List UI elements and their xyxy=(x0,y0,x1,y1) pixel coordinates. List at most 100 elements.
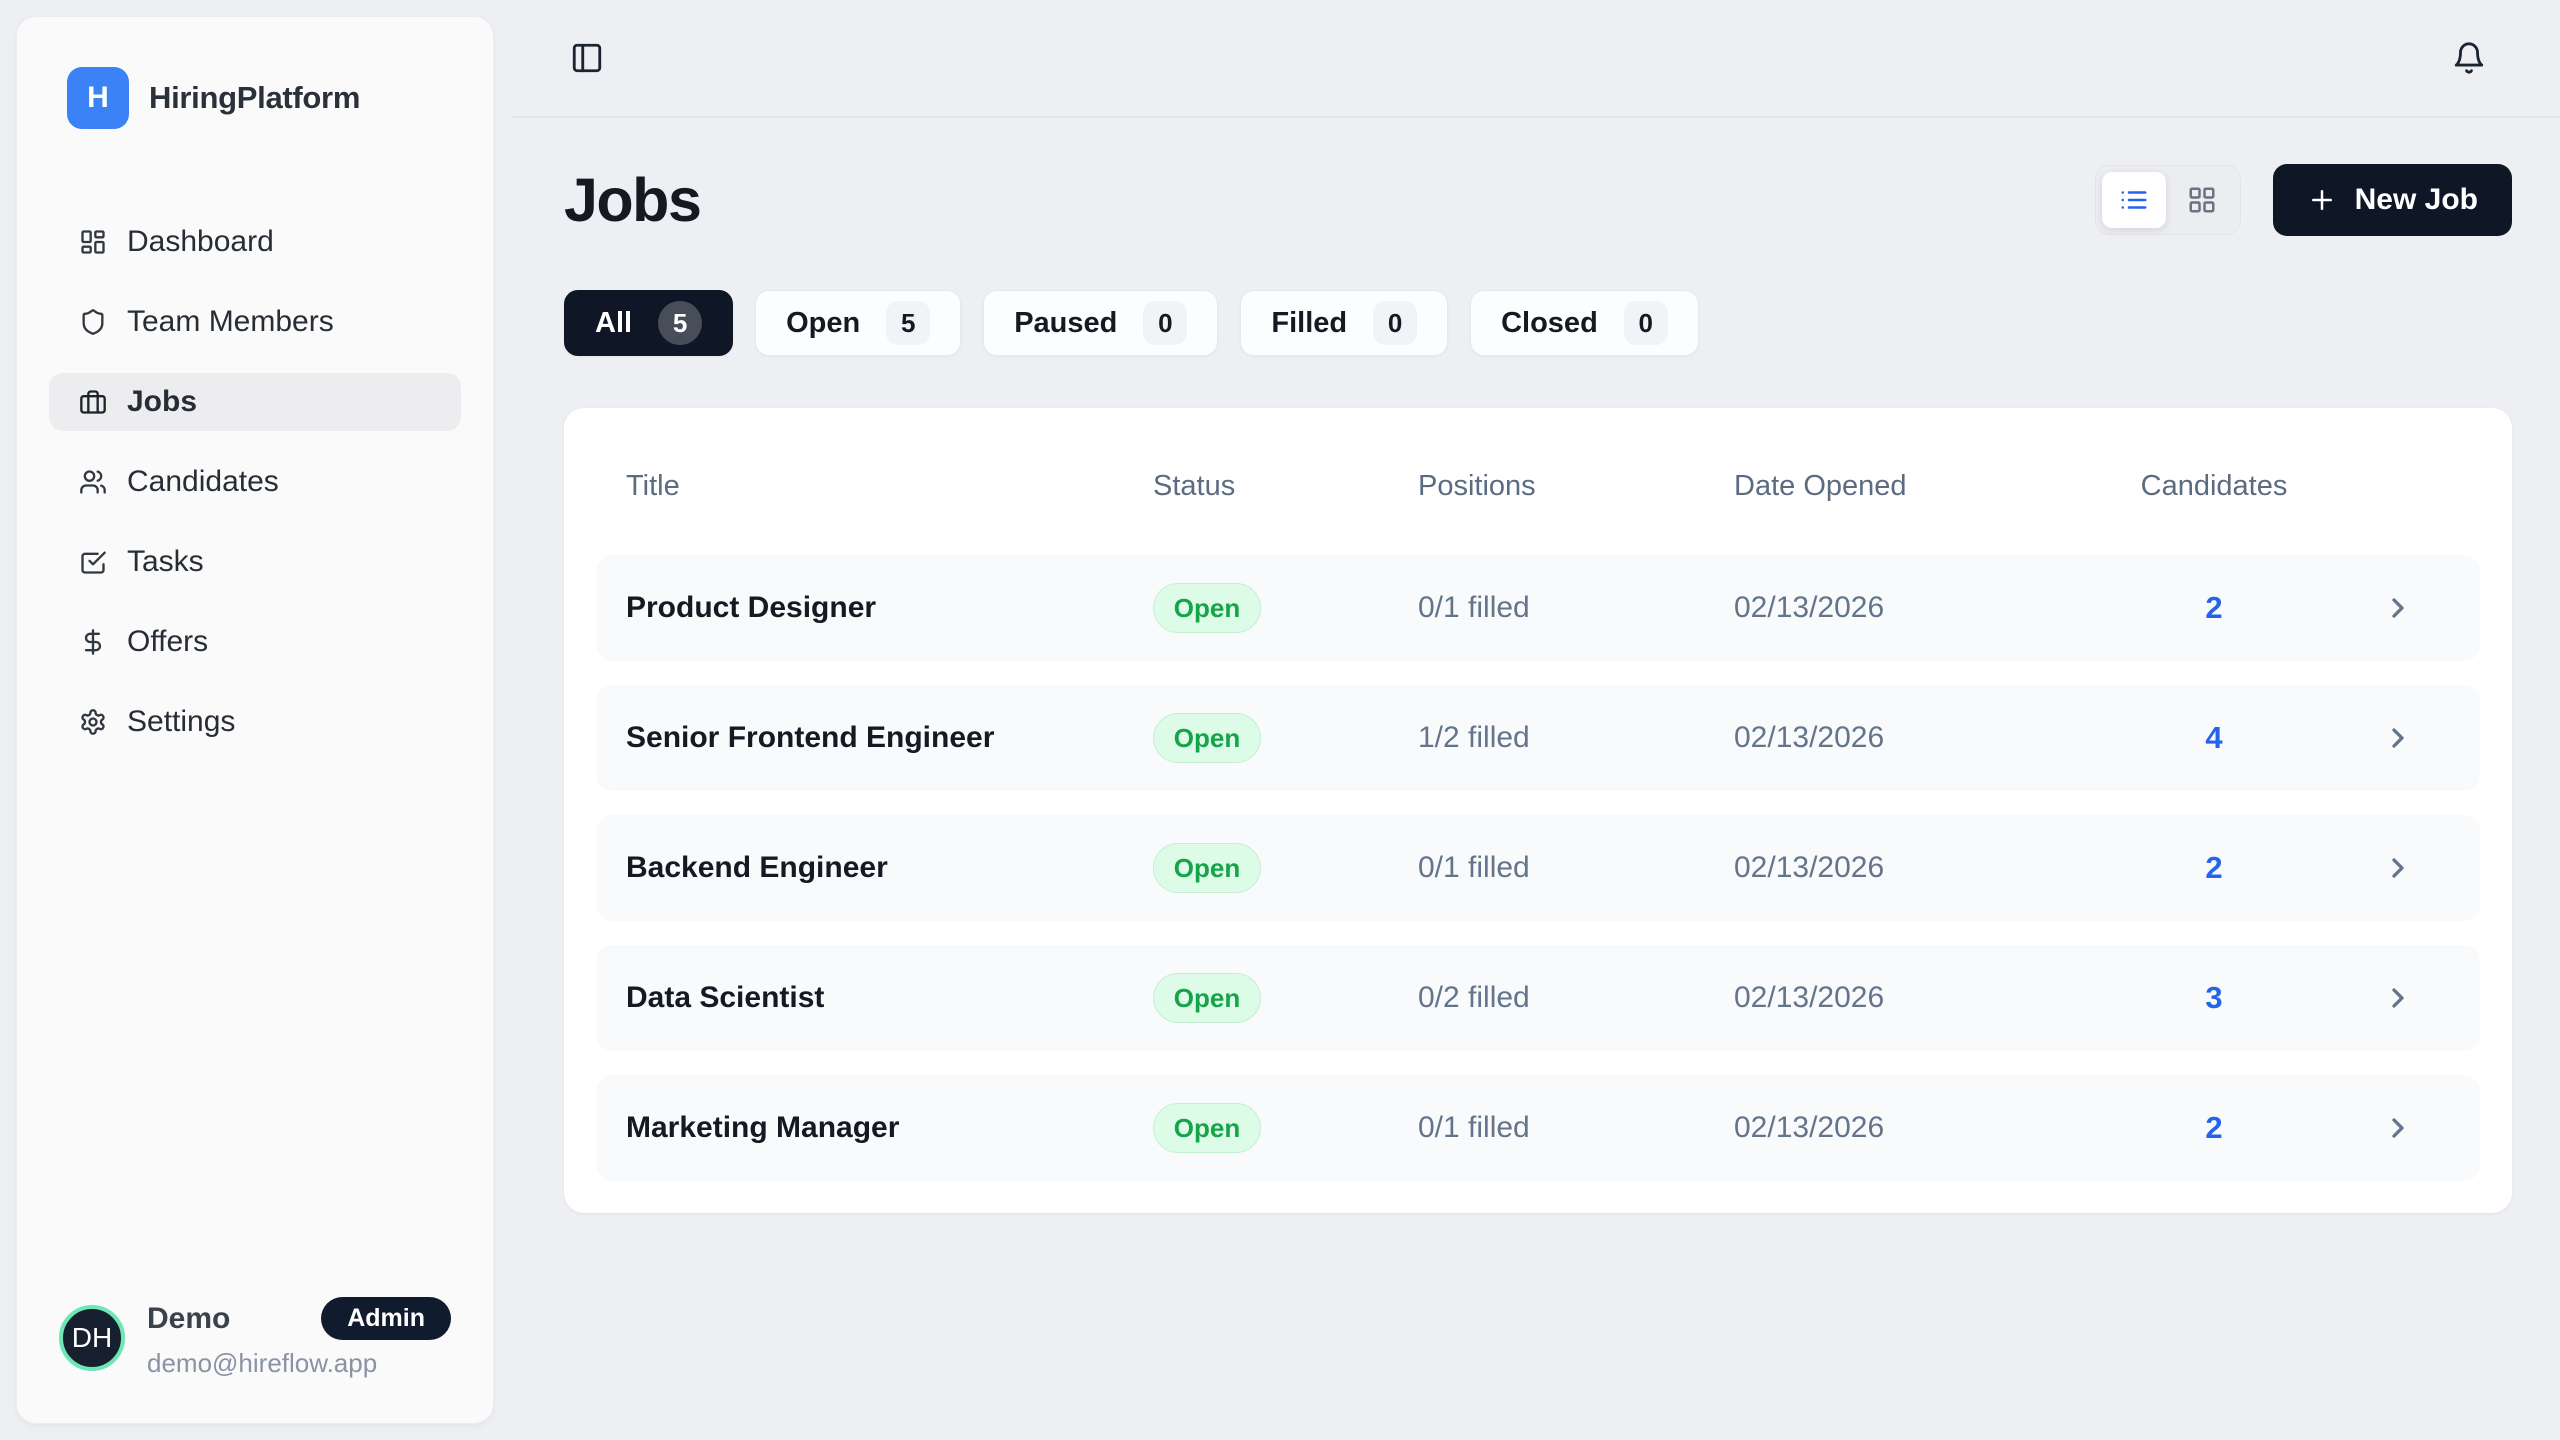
filter-count-badge: 0 xyxy=(1624,301,1668,345)
brand-name: HiringPlatform xyxy=(149,80,360,116)
new-job-button[interactable]: New Job xyxy=(2273,164,2512,236)
positions-cell: 0/1 filled xyxy=(1418,1111,1734,1145)
chevron-right-icon[interactable] xyxy=(2294,722,2450,754)
notifications-button[interactable] xyxy=(2452,41,2486,75)
sidebar-item-label: Dashboard xyxy=(127,225,274,259)
positions-cell: 1/2 filled xyxy=(1418,721,1734,755)
status-badge: Open xyxy=(1153,1103,1261,1153)
job-title: Data Scientist xyxy=(626,981,1153,1015)
table-row[interactable]: Product Designer Open 0/1 filled 02/13/2… xyxy=(596,555,2480,661)
chevron-right-icon[interactable] xyxy=(2294,852,2450,884)
job-title: Senior Frontend Engineer xyxy=(626,721,1153,755)
list-icon xyxy=(2119,185,2149,215)
sidebar-item-team-members[interactable]: Team Members xyxy=(49,293,461,351)
dollar-icon xyxy=(79,628,107,656)
sidebar-item-label: Settings xyxy=(127,705,235,739)
brand-logo: H xyxy=(67,67,129,129)
filter-label: Filled xyxy=(1271,307,1347,340)
filter-tab-filled[interactable]: Filled 0 xyxy=(1240,290,1448,356)
job-title: Product Designer xyxy=(626,591,1153,625)
filter-label: All xyxy=(595,307,632,340)
view-toggle xyxy=(2095,165,2241,235)
gear-icon xyxy=(79,708,107,736)
sidebar-item-jobs[interactable]: Jobs xyxy=(49,373,461,431)
dashboard-icon xyxy=(79,228,107,256)
candidates-count[interactable]: 3 xyxy=(2134,980,2294,1016)
candidates-count[interactable]: 2 xyxy=(2134,850,2294,886)
status-filters: All 5 Open 5 Paused 0 Filled 0 Closed 0 xyxy=(564,290,2512,356)
head-controls: New Job xyxy=(2095,164,2512,236)
page-head: Jobs xyxy=(564,164,2512,236)
content: Jobs xyxy=(512,118,2560,1213)
sidebar-item-settings[interactable]: Settings xyxy=(49,693,461,751)
sidebar-item-tasks[interactable]: Tasks xyxy=(49,533,461,591)
sidebar-item-label: Tasks xyxy=(127,545,204,579)
status-badge: Open xyxy=(1153,583,1261,633)
chevron-right-icon[interactable] xyxy=(2294,592,2450,624)
user-info: Demo Admin demo@hireflow.app xyxy=(147,1297,451,1379)
job-title: Marketing Manager xyxy=(626,1111,1153,1145)
sidebar-nav: Dashboard Team Members Jobs Candidates T… xyxy=(17,213,493,751)
topbar xyxy=(512,0,2560,118)
shield-icon xyxy=(79,308,107,336)
positions-cell: 0/1 filled xyxy=(1418,591,1734,625)
brand: H HiringPlatform xyxy=(17,17,493,129)
filter-count-badge: 5 xyxy=(658,301,702,345)
user-name: Demo xyxy=(147,1302,230,1336)
date-opened-cell: 02/13/2026 xyxy=(1734,981,2134,1015)
filter-tab-closed[interactable]: Closed 0 xyxy=(1470,290,1699,356)
filter-label: Paused xyxy=(1014,307,1117,340)
filter-count-badge: 0 xyxy=(1373,301,1417,345)
candidates-count[interactable]: 2 xyxy=(2134,590,2294,626)
grid-icon xyxy=(2187,185,2217,215)
candidates-count[interactable]: 4 xyxy=(2134,720,2294,756)
role-badge: Admin xyxy=(321,1297,451,1340)
filter-tab-open[interactable]: Open 5 xyxy=(755,290,961,356)
sidebar: H HiringPlatform Dashboard Team Members … xyxy=(16,16,494,1424)
date-opened-cell: 02/13/2026 xyxy=(1734,721,2134,755)
plus-icon xyxy=(2307,185,2337,215)
user-email: demo@hireflow.app xyxy=(147,1348,451,1379)
jobs-table-card: Title Status Positions Date Opened Candi… xyxy=(564,408,2512,1213)
table-row[interactable]: Marketing Manager Open 0/1 filled 02/13/… xyxy=(596,1075,2480,1181)
positions-cell: 0/1 filled xyxy=(1418,851,1734,885)
sidebar-item-offers[interactable]: Offers xyxy=(49,613,461,671)
sidebar-item-label: Candidates xyxy=(127,465,279,499)
user-profile[interactable]: DH Demo Admin demo@hireflow.app xyxy=(17,1297,493,1423)
new-job-label: New Job xyxy=(2355,183,2478,217)
sidebar-toggle-button[interactable] xyxy=(570,41,604,75)
table-row[interactable]: Data Scientist Open 0/2 filled 02/13/202… xyxy=(596,945,2480,1051)
column-header-positions: Positions xyxy=(1418,470,1734,503)
job-title: Backend Engineer xyxy=(626,851,1153,885)
sidebar-item-candidates[interactable]: Candidates xyxy=(49,453,461,511)
panel-left-icon xyxy=(570,41,604,75)
column-header-candidates: Candidates xyxy=(2134,470,2294,503)
column-header-status: Status xyxy=(1153,470,1418,503)
briefcase-icon xyxy=(79,388,107,416)
table-header: Title Status Positions Date Opened Candi… xyxy=(596,440,2480,555)
sidebar-item-label: Offers xyxy=(127,625,208,659)
date-opened-cell: 02/13/2026 xyxy=(1734,1111,2134,1145)
status-badge: Open xyxy=(1153,843,1261,893)
column-header-title: Title xyxy=(626,470,1153,503)
table-row[interactable]: Backend Engineer Open 0/1 filled 02/13/2… xyxy=(596,815,2480,921)
column-header-date-opened: Date Opened xyxy=(1734,470,2134,503)
chevron-right-icon[interactable] xyxy=(2294,1112,2450,1144)
filter-tab-paused[interactable]: Paused 0 xyxy=(983,290,1218,356)
grid-view-button[interactable] xyxy=(2170,172,2234,228)
status-badge: Open xyxy=(1153,713,1261,763)
candidates-count[interactable]: 2 xyxy=(2134,1110,2294,1146)
sidebar-item-label: Team Members xyxy=(127,305,334,339)
bell-icon xyxy=(2452,41,2486,75)
chevron-right-icon[interactable] xyxy=(2294,982,2450,1014)
positions-cell: 0/2 filled xyxy=(1418,981,1734,1015)
table-row[interactable]: Senior Frontend Engineer Open 1/2 filled… xyxy=(596,685,2480,791)
check-square-icon xyxy=(79,548,107,576)
date-opened-cell: 02/13/2026 xyxy=(1734,591,2134,625)
list-view-button[interactable] xyxy=(2102,172,2166,228)
filter-label: Open xyxy=(786,307,860,340)
filter-tab-all[interactable]: All 5 xyxy=(564,290,733,356)
sidebar-item-dashboard[interactable]: Dashboard xyxy=(49,213,461,271)
filter-label: Closed xyxy=(1501,307,1598,340)
main-area: Jobs xyxy=(512,0,2560,1440)
